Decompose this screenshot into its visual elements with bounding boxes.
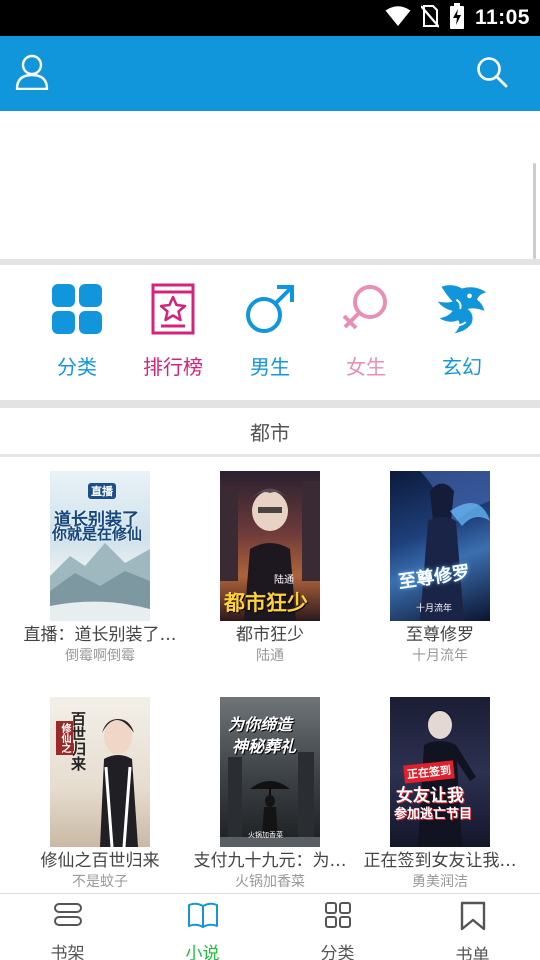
nav-item-bookshelf[interactable]: 书架 [0,894,135,960]
category-item-classify[interactable]: 分类 [29,281,125,391]
category-item-male[interactable]: 男生 [222,281,318,391]
book-title: 直播：道长别装了… [23,625,177,645]
category-item-fantasy[interactable]: 玄幻 [414,281,510,391]
book-author: 十月流年 [412,648,468,664]
book-author: 勇美润洁 [412,874,468,890]
category-label: 玄幻 [442,355,482,379]
category-label: 排行榜 [143,355,203,379]
nav-label: 小说 [185,944,220,960]
book-cover: 百世归来 修仙之 [50,697,150,847]
book-item[interactable]: 都市狂少 陆通 都市狂少 陆通 [185,471,355,666]
banner-scrollbar [533,163,536,259]
ranking-icon [145,281,201,337]
category-item-female[interactable]: 女生 [318,281,414,391]
divider [0,400,540,408]
wifi-icon [385,5,411,31]
nav-item-novel[interactable]: 小说 [135,894,270,960]
status-bar: 11:05 [0,0,540,36]
cover-text: 直播 [88,483,116,499]
book-author: 倒霉啊倒霉 [65,648,135,664]
male-icon [242,281,298,337]
book-item[interactable]: 直播 道长别装了 你就是在修仙 直播：道长别装了… 倒霉啊倒霉 [15,471,185,666]
category-item-ranking[interactable]: 排行榜 [125,281,221,391]
book-item[interactable]: 百世归来 修仙之 修仙之百世归来 不是蚊子 [15,697,185,892]
cover-text: 为你缔造 [228,715,293,734]
nav-label: 书单 [455,946,490,960]
bookshelf-icon [53,901,83,933]
book-author: 不是蚊子 [72,874,128,890]
book-cover: 为你缔造 神秘葬礼 火锅加香菜 [220,697,320,847]
cover-text: 火锅加香菜 [248,831,283,839]
cover-text: 都市狂少 [224,590,308,615]
book-cover: 都市狂少 陆通 [220,471,320,621]
profile-button[interactable] [0,36,64,111]
category-label: 女生 [346,355,386,379]
bookmark-icon [459,901,487,935]
section-title: 都市 [250,420,290,445]
banner[interactable] [0,111,540,259]
book-open-icon [187,901,219,933]
dragon-icon [434,281,490,337]
book-title: 修仙之百世归来 [40,851,160,871]
cover-text: 修仙之 [56,721,73,755]
nav-item-category[interactable]: 分类 [270,894,405,960]
cover-text: 你就是在修仙 [52,525,143,543]
nav-label: 分类 [320,944,355,960]
book-title: 都市狂少 [236,625,304,645]
book-cover: 直播 道长别装了 你就是在修仙 [50,471,150,621]
divider [0,454,540,457]
category-nav: 分类 排行榜 男生 女生 玄幻 [0,265,540,400]
status-time: 11:05 [474,6,530,29]
book-title: 至尊修罗 [406,625,474,645]
grid-outline-icon [324,901,352,933]
cover-text: 神秘葬礼 [232,737,297,756]
book-title: 正在签到女友让我… [363,851,517,871]
nav-label: 书架 [50,944,85,960]
category-label: 男生 [250,355,290,379]
book-author: 火锅加香菜 [235,874,305,890]
book-item[interactable]: 为你缔造 神秘葬礼 火锅加香菜 支付九十九元：为… 火锅加香菜 [185,697,355,892]
book-cover: 正在签到 女友让我 参加逃亡节目 [390,697,490,847]
no-sim-icon [420,4,440,32]
female-icon [338,281,394,337]
book-title: 支付九十九元：为… [193,851,347,871]
cover-text: 十月流年 [416,604,453,614]
book-author: 陆通 [256,648,284,664]
search-button[interactable] [460,36,524,111]
grid-icon [49,281,105,337]
book-item[interactable]: 至尊修罗 十月流年 至尊修罗 十月流年 [355,471,525,666]
cover-text: 陆通 [274,575,294,586]
nav-item-booklist[interactable]: 书单 [405,894,540,960]
category-label: 分类 [57,355,97,379]
book-item[interactable]: 正在签到 女友让我 参加逃亡节目 正在签到女友让我… 勇美润洁 [355,697,525,892]
bottom-nav: 书架 小说 分类 书单 [0,893,540,960]
app-bar [0,36,540,111]
cover-text: 参加逃亡节目 [394,807,473,822]
battery-charging-icon [449,3,465,33]
status-icons: 11:05 [385,0,530,36]
user-icon [15,54,49,94]
search-icon [476,56,508,92]
book-cover: 至尊修罗 十月流年 [390,471,490,621]
